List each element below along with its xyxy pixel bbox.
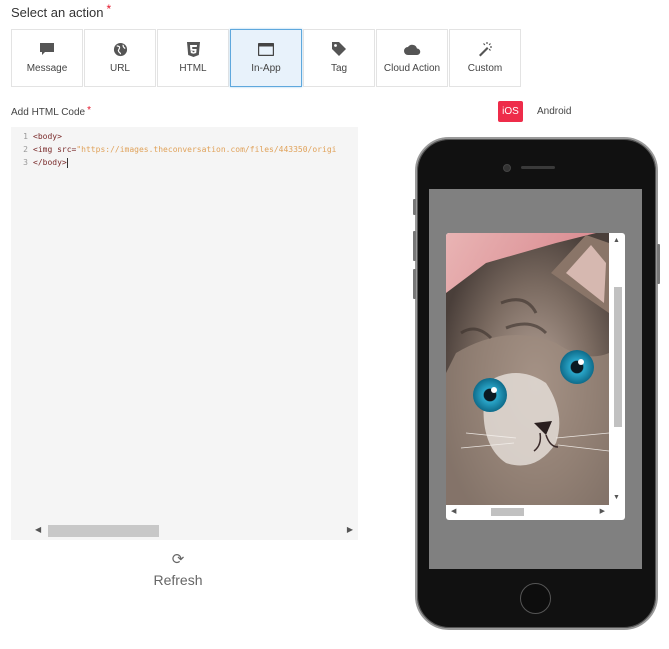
refresh-button[interactable]: ⟳ Refresh [145,551,211,589]
tag-icon [331,41,347,57]
action-section-title: Select an action * [11,2,112,20]
scroll-right-arrow-icon[interactable]: ▶ [347,525,353,534]
phone-preview: ▲ ▼ ◀ ▶ [413,137,660,630]
required-mark: * [87,105,92,116]
code-line: 1 <body> [11,130,62,143]
action-message-button[interactable]: Message [11,29,83,87]
scrollbar-thumb[interactable] [491,508,524,516]
phone-screen: ▲ ▼ ◀ ▶ [429,189,642,569]
action-custom-button[interactable]: Custom [449,29,521,87]
code-tag: <img [33,145,58,154]
kitten-image [446,233,609,505]
html5-icon [186,41,200,57]
scroll-up-arrow-icon[interactable]: ▲ [613,237,620,244]
action-custom-label: Custom [467,63,503,74]
code-line: 3 </body> [11,156,68,169]
in-app-message-modal[interactable]: ▲ ▼ ◀ ▶ [446,233,625,520]
code-line: 2 <img src="https://images.theconversatio… [11,143,336,156]
code-text: <body> [33,132,62,141]
action-html-button[interactable]: HTML [157,29,229,87]
code-attr: src= [57,145,77,154]
action-message-label: Message [26,63,68,74]
editor-horizontal-scrollbar[interactable]: ◀ ▶ [35,525,353,537]
line-number: 3 [23,158,28,167]
phone-side-button [413,199,416,215]
refresh-icon: ⟳ [171,551,185,568]
phone-home-button [520,583,551,614]
magic-wand-icon [477,41,493,57]
action-url-button[interactable]: URL [84,29,156,87]
text-cursor [66,157,68,168]
phone-speaker [521,166,555,169]
window-icon [258,41,274,57]
scrollbar-thumb[interactable] [614,287,622,427]
platform-tab-android[interactable]: Android [537,101,571,122]
action-in-app-button[interactable]: In-App [230,29,302,87]
code-text: </body> [33,158,67,167]
globe-icon [113,41,128,57]
action-html-label: HTML [179,63,207,74]
html-code-label-text: Add HTML Code [11,107,86,118]
html-code-editor[interactable]: 1 <body> 2 <img src="https://images.thecon… [11,127,358,540]
phone-side-button [413,269,416,299]
action-in-app-label: In-App [251,63,281,74]
action-cloud-action-button[interactable]: Cloud Action [376,29,448,87]
chat-bubble-icon [39,41,55,57]
phone-camera [503,164,511,172]
scrollbar-thumb[interactable] [48,525,159,537]
action-cloud-action-label: Cloud Action [383,63,441,74]
modal-vertical-scrollbar[interactable]: ▲ ▼ [611,235,623,503]
html-code-label: Add HTML Code * [11,105,92,118]
platform-tab-ios[interactable]: iOS [498,101,523,122]
phone-side-button [657,244,660,284]
line-number: 2 [23,145,28,154]
action-tag-button[interactable]: Tag [303,29,375,87]
scroll-left-arrow-icon[interactable]: ◀ [451,507,456,515]
scroll-left-arrow-icon[interactable]: ◀ [35,525,41,534]
phone-side-button [413,231,416,261]
action-url-label: URL [109,63,130,74]
code-string: "https://images.theconversation.com/file… [76,145,337,154]
scroll-down-arrow-icon[interactable]: ▼ [613,494,620,501]
scroll-right-arrow-icon[interactable]: ▶ [600,507,605,515]
action-selector: Message URL HTML In-App Tag Cloud Action [11,29,522,87]
line-number: 1 [23,132,28,141]
action-tag-label: Tag [330,63,348,74]
required-mark: * [106,2,112,16]
modal-horizontal-scrollbar[interactable]: ◀ ▶ [448,506,608,518]
action-section-title-text: Select an action [11,5,104,20]
refresh-label: Refresh [153,572,203,588]
cloud-icon [403,41,421,57]
